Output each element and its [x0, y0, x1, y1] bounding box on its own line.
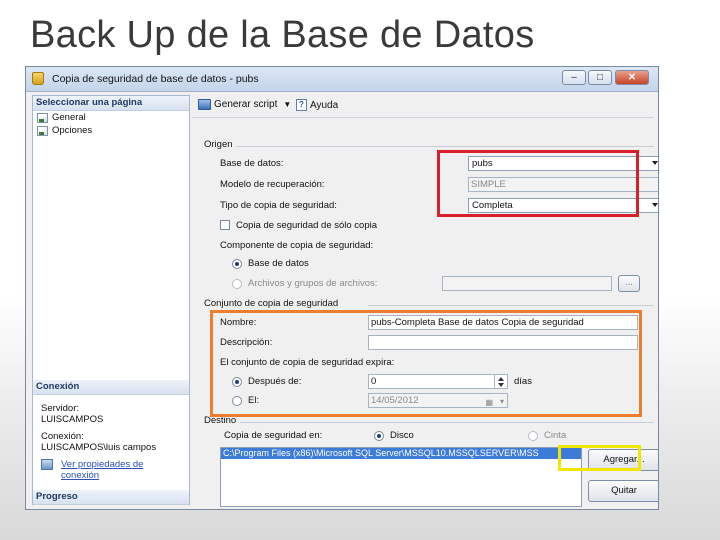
page-icon — [37, 125, 48, 136]
connection-value: LUISCAMPOS\luis campos — [41, 442, 157, 453]
tape-label: Cinta — [544, 430, 567, 441]
destination-divider — [240, 422, 654, 423]
days-spinner[interactable] — [494, 375, 507, 388]
script-icon — [198, 99, 211, 110]
database-label: Base de datos: — [220, 158, 284, 169]
origin-header: Origen — [204, 139, 233, 150]
dialog-titlebar: Copia de seguridad de base de datos - pu… — [26, 67, 658, 92]
disk-radio[interactable] — [374, 431, 384, 441]
properties-icon — [41, 459, 53, 470]
connection-section: Conexión Servidor: LUISCAMPOS Conexión: … — [33, 380, 189, 481]
expire-days-input[interactable]: 0 — [368, 374, 508, 389]
database-select[interactable]: pubs — [468, 156, 658, 171]
expires-label: El conjunto de copia de seguridad expira… — [220, 357, 395, 368]
right-panel: Generar script ▼ ? Ayuda Origen Base de … — [192, 95, 658, 507]
component-database-radio[interactable] — [232, 259, 242, 269]
expire-on-label: El: — [248, 395, 260, 406]
connection-label: Conexión: — [41, 431, 84, 442]
close-button[interactable]: ✕ — [615, 70, 649, 85]
backup-type-select[interactable]: Completa — [468, 198, 658, 213]
chevron-down-icon: ▾ — [499, 397, 504, 406]
slide-title: Back Up de la Base de Datos — [30, 14, 535, 56]
server-label: Servidor: — [41, 403, 80, 414]
destination-list[interactable]: C:\Program Files (x86)\Microsoft SQL Ser… — [220, 447, 582, 507]
component-files-radio[interactable] — [232, 279, 242, 289]
remove-destination-button[interactable]: Quitar — [588, 480, 658, 502]
help-button[interactable]: ? Ayuda — [296, 99, 338, 111]
backup-type-value: Completa — [472, 200, 513, 211]
page-item-general[interactable]: General — [33, 111, 189, 124]
days-label: días — [514, 376, 532, 387]
left-panel: Seleccionar una página General Opciones … — [32, 95, 190, 505]
page-item-label: Opciones — [52, 125, 93, 136]
link-line-2: conexión — [61, 470, 100, 481]
recovery-model-field: SIMPLE — [468, 177, 658, 192]
expire-on-radio[interactable] — [232, 396, 242, 406]
component-database-label: Base de datos — [248, 258, 309, 269]
chevron-down-icon — [652, 161, 658, 165]
disk-label: Disco — [390, 430, 414, 441]
server-value: LUISCAMPOS — [41, 414, 104, 425]
destination-header: Destino — [204, 415, 237, 426]
backup-to-label: Copia de seguridad en: — [224, 430, 323, 441]
progress-header: Progreso — [33, 490, 189, 505]
connection-header: Conexión — [33, 380, 189, 395]
component-files-label: Archivos y grupos de archivos: — [248, 278, 378, 289]
select-page-header: Seleccionar una página — [33, 96, 189, 111]
expire-date-value: 14/05/2012 — [371, 395, 419, 406]
generate-script-button[interactable]: Generar script ▼ — [198, 99, 291, 110]
page-icon — [37, 112, 48, 123]
origin-divider — [236, 146, 654, 147]
tape-radio[interactable] — [528, 431, 538, 441]
files-field — [442, 276, 612, 291]
destination-path-item[interactable]: C:\Program Files (x86)\Microsoft SQL Ser… — [221, 448, 581, 459]
browse-files-button[interactable]: ... — [618, 275, 640, 292]
expire-after-radio[interactable] — [232, 377, 242, 387]
database-value: pubs — [472, 158, 493, 169]
calendar-icon: ▦ — [485, 398, 493, 407]
link-line-1: Ver propiedades de — [61, 459, 144, 470]
copy-only-label: Copia de seguridad de sólo copia — [236, 220, 378, 231]
chevron-down-icon — [652, 203, 658, 207]
description-label: Descripción: — [220, 337, 273, 348]
minimize-button[interactable]: – — [562, 70, 586, 85]
page-item-options[interactable]: Opciones — [33, 124, 189, 137]
description-input[interactable] — [368, 335, 638, 350]
page-item-label: General — [52, 112, 86, 123]
add-destination-button[interactable]: Agregar... — [588, 449, 658, 471]
chevron-down-icon[interactable]: ▼ — [283, 100, 291, 109]
expire-days-value: 0 — [371, 376, 377, 387]
dialog-title: Copia de seguridad de base de datos - pu… — [52, 73, 259, 85]
backup-type-label: Tipo de copia de seguridad: — [220, 200, 337, 211]
backup-set-header: Conjunto de copia de seguridad — [204, 298, 339, 309]
toolbar: Generar script ▼ ? Ayuda — [192, 95, 654, 118]
backup-set-divider — [368, 305, 654, 306]
backup-name-label: Nombre: — [220, 317, 257, 328]
backup-dialog: Copia de seguridad de base de datos - pu… — [25, 66, 659, 510]
generate-script-label: Generar script — [214, 99, 278, 110]
copy-only-checkbox[interactable] — [220, 220, 230, 230]
help-label: Ayuda — [310, 99, 339, 111]
expire-date-picker[interactable]: 14/05/2012 ▦ ▾ — [368, 393, 508, 408]
component-label: Componente de copia de seguridad: — [220, 240, 374, 251]
maximize-button[interactable]: □ — [588, 70, 612, 85]
recovery-model-label: Modelo de recuperación: — [220, 179, 325, 190]
help-icon: ? — [296, 99, 307, 111]
backup-name-input[interactable]: pubs-Completa Base de datos Copia de seg… — [368, 315, 638, 330]
view-connection-properties-link[interactable]: Ver propiedades de conexión — [33, 459, 189, 481]
progress-section: Progreso — [33, 490, 189, 505]
expire-after-label: Después de: — [248, 376, 302, 387]
database-icon — [32, 72, 44, 85]
